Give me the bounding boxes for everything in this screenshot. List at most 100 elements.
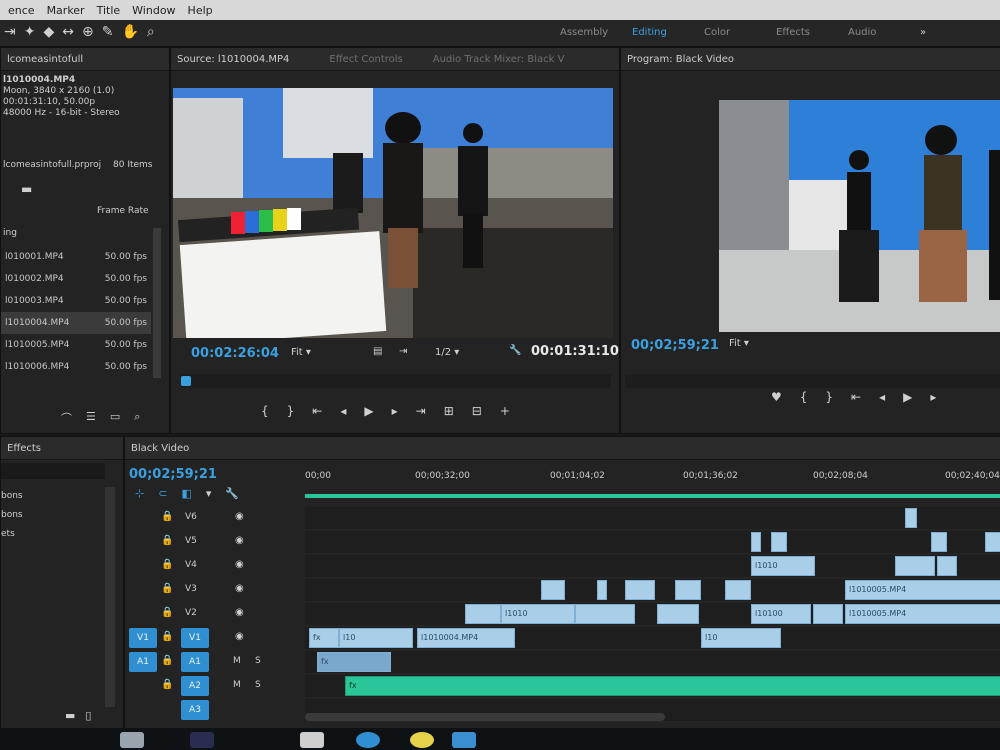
snap-icon[interactable]: ⊹ (135, 487, 144, 500)
track-lane-v2[interactable]: l1010 l10100 l1010005.MP4 (305, 603, 1000, 626)
time-ruler[interactable]: 00;00 00;00;32;00 00;01;04;02 00;01;36;0… (305, 461, 1000, 483)
tab-program[interactable]: Program: Black Video (627, 54, 734, 65)
list-item[interactable]: ing (3, 228, 17, 238)
video-clip[interactable]: l10 (339, 628, 413, 648)
video-clip[interactable]: l1010004.MP4 (417, 628, 515, 648)
timeline-timecode[interactable]: 00;02;59;21 (129, 467, 217, 482)
audio-clip[interactable]: fx (317, 652, 391, 672)
razor-icon[interactable]: ◆ (43, 24, 54, 40)
workspace-assembly[interactable]: Assembly (560, 27, 632, 38)
wrench-icon[interactable]: 🔧 (225, 487, 239, 500)
track-target-a3[interactable]: A3 (181, 700, 209, 720)
video-clip[interactable] (597, 580, 607, 600)
folder-icon[interactable]: ▬ (21, 182, 32, 196)
video-clip[interactable] (675, 580, 701, 600)
play-icon[interactable]: ▶ (903, 390, 912, 404)
add-marker-icon[interactable]: ◧ (181, 487, 191, 500)
track-header-v1[interactable]: V1 🔒 V1 ◉ (125, 627, 305, 649)
search-icon[interactable]: ⌕ (134, 410, 140, 426)
app-icon[interactable] (410, 732, 434, 748)
insert-icon[interactable]: ⊞ (444, 404, 454, 418)
app-icon[interactable] (120, 732, 144, 748)
effects-scrollbar[interactable] (105, 487, 115, 707)
source-patch-v1[interactable]: V1 (129, 628, 157, 648)
mark-in-icon[interactable]: { (800, 390, 808, 404)
lock-icon[interactable]: 🔒 (161, 631, 173, 642)
pen-icon[interactable]: ✎ (102, 24, 114, 40)
workspace-color[interactable]: Color (704, 27, 776, 38)
trash-icon[interactable]: ▯ (85, 709, 91, 722)
track-header-v4[interactable]: 🔒 V4 ◉ (125, 555, 305, 577)
video-clip[interactable] (771, 532, 787, 552)
app-icon[interactable] (190, 732, 214, 748)
wrench-icon[interactable]: 🔧 (509, 345, 521, 356)
track-header-a1[interactable]: A1 🔒 A1 M S (125, 651, 305, 673)
workspace-effects[interactable]: Effects (776, 27, 848, 38)
menu-item-marker[interactable]: Marker (47, 4, 85, 17)
new-bin-icon[interactable]: ▬ (65, 709, 75, 722)
app-icon[interactable] (356, 732, 380, 748)
track-header-v6[interactable]: 🔒 V6 ◉ (125, 507, 305, 529)
source-resolution-dropdown[interactable]: 1/2 ▾ (435, 347, 459, 358)
app-icon[interactable] (300, 732, 324, 748)
tab-sequence[interactable]: Black Video (131, 443, 189, 454)
list-item[interactable]: l1010005.MP4 50.00 fps (1, 334, 151, 356)
list-item[interactable]: l010003.MP4 50.00 fps (1, 290, 151, 312)
video-clip[interactable] (931, 532, 947, 552)
go-to-out-icon[interactable]: ⇥ (416, 404, 426, 418)
track-target-a1[interactable]: A1 (181, 652, 209, 672)
list-item[interactable]: l010002.MP4 50.00 fps (1, 268, 151, 290)
tab-audio-track-mixer[interactable]: Audio Track Mixer: Black V (433, 54, 565, 65)
menu-item-window[interactable]: Window (132, 4, 175, 17)
video-clip[interactable]: l10 (701, 628, 781, 648)
tab-effect-controls[interactable]: Effect Controls (329, 54, 402, 65)
video-clip[interactable] (465, 604, 501, 624)
eye-icon[interactable]: ◉ (235, 559, 244, 570)
video-clip[interactable] (937, 556, 957, 576)
video-clip[interactable] (541, 580, 565, 600)
solo-label[interactable]: S (255, 680, 261, 690)
audio-clip[interactable]: fx (345, 676, 1000, 696)
add-icon[interactable]: + (500, 404, 510, 418)
app-icon[interactable] (452, 732, 476, 748)
video-clip[interactable]: l1010005.MP4 (845, 604, 1000, 624)
list-item[interactable]: l010001.MP4 50.00 fps (1, 246, 151, 268)
solo-label[interactable]: S (255, 656, 261, 666)
slide-icon[interactable]: ⊕ (82, 24, 94, 40)
mark-out-icon[interactable]: } (825, 390, 833, 404)
mute-label[interactable]: M (233, 656, 241, 666)
slip-icon[interactable]: ↔ (62, 24, 74, 40)
track-lane-a2[interactable]: fx (305, 675, 1000, 698)
video-clip[interactable] (657, 604, 699, 624)
lock-icon[interactable]: 🔒 (161, 679, 173, 690)
new-item-icon[interactable]: ▭ (110, 410, 120, 426)
go-to-in-icon[interactable]: ⇤ (851, 390, 861, 404)
video-clip[interactable]: l1010005.MP4 (845, 580, 1000, 600)
video-clip[interactable] (725, 580, 751, 600)
eye-icon[interactable]: ◉ (235, 607, 244, 618)
mute-label[interactable]: M (233, 680, 241, 690)
overwrite-icon[interactable]: ⊟ (472, 404, 482, 418)
lock-icon[interactable]: 🔒 (161, 535, 173, 546)
track-lane-a1[interactable]: fx (305, 651, 1000, 674)
source-video-frame[interactable] (173, 88, 613, 338)
marker-icon[interactable]: ♥ (771, 390, 782, 404)
list-item[interactable]: bons (1, 487, 23, 506)
eye-icon[interactable]: ◉ (235, 631, 244, 642)
zoom-slider-icon[interactable]: ⌒ (61, 410, 72, 426)
menu-item-sequence[interactable]: ence (8, 4, 35, 17)
eye-icon[interactable]: ◉ (235, 511, 244, 522)
playhead[interactable] (181, 376, 191, 386)
frame-rate-header[interactable]: Frame Rate (97, 206, 149, 216)
track-lane-v5[interactable] (305, 531, 1000, 554)
list-item[interactable]: l1010004.MP4 50.00 fps (1, 312, 151, 334)
track-lane-v3[interactable]: l1010005.MP4 (305, 579, 1000, 602)
program-scrubber[interactable] (625, 374, 1000, 388)
list-item[interactable]: ets (1, 525, 23, 544)
source-timecode[interactable]: 00:02:26:04 (191, 346, 279, 361)
track-lane-v6[interactable] (305, 507, 1000, 530)
menu-item-title[interactable]: Title (97, 4, 121, 17)
video-clip[interactable] (751, 532, 761, 552)
lock-icon[interactable]: 🔒 (161, 583, 173, 594)
source-scrubber[interactable] (181, 374, 611, 388)
